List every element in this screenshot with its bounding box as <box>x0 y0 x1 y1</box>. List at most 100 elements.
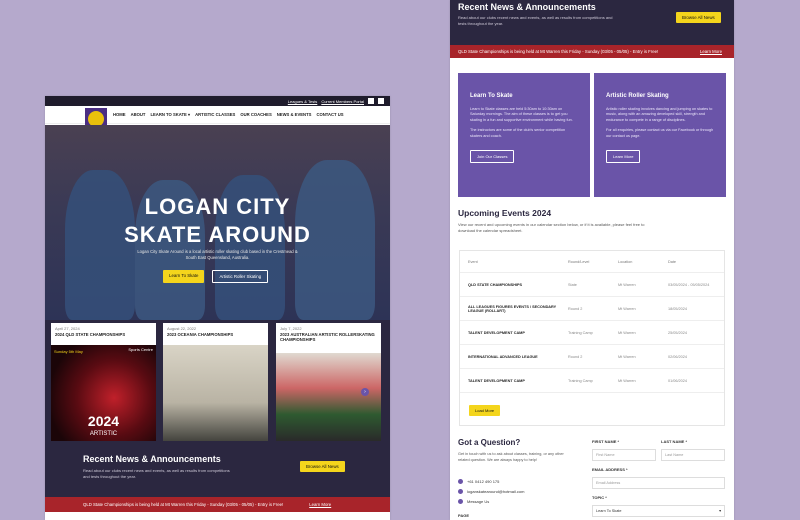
hero-banner: LOGAN CITY SKATE AROUND Logan City Skate … <box>45 125 390 320</box>
col-location: Location <box>618 259 633 264</box>
announcement-bar: QLD State Championships is being held at… <box>45 497 390 512</box>
homepage-preview: Leagues & Tests Current Members Portal H… <box>45 96 390 520</box>
row-event: TALENT DEVELOPMENT CAMP <box>468 378 525 383</box>
leagues-link[interactable]: Leagues & Tests <box>288 99 318 104</box>
email-row[interactable]: loganskatearound@hotmail.com <box>458 489 524 494</box>
news-card[interactable]: July 7, 2022 2023 AUSTRALIAN ARTISTIC RO… <box>276 323 381 441</box>
last-name-label: LAST NAME * <box>661 439 687 444</box>
card-image <box>276 353 381 441</box>
row-location: Mt Warren <box>618 330 636 335</box>
members-portal-link[interactable]: Current Members Portal <box>321 99 364 104</box>
email-icon[interactable] <box>378 98 384 104</box>
col-date: Date <box>668 259 677 264</box>
card-title: 2023 AUSTRALIAN ARTISTIC ROLLERSKATING C… <box>280 332 375 342</box>
card-image: Sunday 5th May Sports Centre 2024 ARTIST… <box>51 345 156 441</box>
artistic-roller-skating-button[interactable]: Artistic Roller Skating <box>212 270 269 283</box>
mail-icon <box>458 489 463 494</box>
topic-label: TOPIC * <box>592 495 607 500</box>
facebook-icon[interactable] <box>368 98 374 104</box>
row-event: ALL LEAGUES FIGURES EVENTS / SECONDARY L… <box>468 304 557 313</box>
nav-learn-to-skate[interactable]: LEARN TO SKATE ▾ <box>150 112 190 117</box>
row-location: Mt Warren <box>618 282 636 287</box>
topic-value: Learn To Skate <box>596 509 622 513</box>
nav-artistic-classes[interactable]: ARTISTIC CLASSES <box>195 112 235 117</box>
contact-title: Got a Question? <box>458 438 521 447</box>
chat-icon <box>458 499 463 504</box>
news-card[interactable]: April 27, 2024 2024 QLD STATE CHAMPIONSH… <box>51 323 156 441</box>
artistic-skating-card: Artistic Roller Skating Artistic roller … <box>594 73 726 197</box>
card-sub: ARTISTIC <box>89 431 118 437</box>
row-date: 03/05/2024 - 05/05/2024 <box>668 282 710 287</box>
card-year: 2024 <box>87 413 120 429</box>
email-input[interactable]: Email Address <box>592 477 725 489</box>
carousel-next-icon[interactable]: › <box>361 388 369 396</box>
news-card[interactable]: August 22, 2022 2023 OCEANIA CHAMPIONSHI… <box>163 323 268 441</box>
news-title: Recent News & Announcements <box>458 2 596 12</box>
utility-bar: Leagues & Tests Current Members Portal <box>45 96 390 106</box>
join-classes-button[interactable]: Join Our Classes <box>470 150 515 164</box>
news-section: Recent News & Announcements Read about o… <box>450 0 734 45</box>
row-date: 18/05/2024 <box>668 306 688 311</box>
first-name-input[interactable]: First Name <box>592 449 656 461</box>
row-event: INTERNATIONAL ADVANCED LEAGUE <box>468 354 538 359</box>
col-event: Event <box>468 259 478 264</box>
card-corner-text: Sports Centre <box>128 347 153 352</box>
nav-contact-us[interactable]: CONTACT US <box>316 112 343 117</box>
hero-title: LOGAN CITY SKATE AROUND <box>124 194 311 247</box>
row-date: 01/06/2024 <box>668 378 688 383</box>
card-title: 2023 OCEANIA CHAMPIONSHIPS <box>167 332 234 337</box>
promo-text: For all enquiries, please contact us via… <box>606 128 714 138</box>
row-event: QLD STATE CHAMPIONSHIPS <box>468 282 523 287</box>
chevron-down-icon: ▾ <box>719 509 721 513</box>
promo-text: Learn to Skate classes are held 5:30am t… <box>470 107 573 122</box>
events-title: Upcoming Events 2024 <box>458 208 552 218</box>
contact-desc: Get in touch with us to ask about classe… <box>458 452 564 462</box>
message-row[interactable]: Message Us <box>458 499 489 504</box>
learn-to-skate-card: Learn To Skate Learn to Skate classes ar… <box>458 73 590 197</box>
card-image <box>163 345 268 441</box>
events-desc: View our recent and upcoming events in o… <box>458 222 645 233</box>
learn-more-button[interactable]: Learn More <box>606 150 641 164</box>
table-row: TALENT DEVELOPMENT CAMP Training Camp Mt W… <box>460 369 724 393</box>
learn-more-link[interactable]: Learn More <box>309 502 331 507</box>
browse-news-button[interactable]: Browse All News <box>676 12 721 23</box>
nav-our-coaches[interactable]: OUR COACHES <box>240 112 271 117</box>
nav-home[interactable]: HOME <box>113 112 126 117</box>
promo-title: Artistic Roller Skating <box>606 93 669 99</box>
page-preview-scrolled: Recent News & Announcements Read about o… <box>450 0 734 520</box>
email-text: loganskatearound@hotmail.com <box>467 489 525 494</box>
phone-row[interactable]: +61 0412 490 175 <box>458 479 499 484</box>
row-round: Training Camp <box>568 378 593 383</box>
phone-text: +61 0412 490 175 <box>467 479 500 484</box>
table-row: QLD STATE CHAMPIONSHIPS State Mt Warren 03/… <box>460 273 724 297</box>
promo-title: Learn To Skate <box>470 93 513 99</box>
col-round: Round/Level <box>568 259 590 264</box>
row-event: TALENT DEVELOPMENT CAMP <box>468 330 525 335</box>
row-date: 25/05/2024 <box>668 330 688 335</box>
news-title: Recent News & Announcements <box>83 454 221 464</box>
row-location: Mt Warren <box>618 354 636 359</box>
card-date: April 27, 2024 <box>55 326 80 331</box>
main-nav: HOME ABOUT LEARN TO SKATE ▾ ARTISTIC CLA… <box>45 106 390 130</box>
learn-more-link[interactable]: Learn More <box>700 49 722 54</box>
news-desc: Read about our clubs recent news and eve… <box>458 15 613 26</box>
topic-select[interactable]: Learn To Skate ▾ <box>592 505 725 517</box>
last-name-input[interactable]: Last Name <box>661 449 725 461</box>
announcement-bar: QLD State Championships is being held at… <box>450 45 734 58</box>
row-round: Round 2 <box>568 354 583 359</box>
table-row: ALL LEAGUES FIGURES EVENTS / SECONDARY L… <box>460 297 724 321</box>
table-row: INTERNATIONAL ADVANCED LEAGUE Round 2 Mt W… <box>460 345 724 369</box>
card-title: 2024 QLD STATE CHAMPIONSHIPS <box>55 332 126 337</box>
learn-to-skate-button[interactable]: Learn To Skate <box>163 270 205 283</box>
nav-news-events[interactable]: NEWS & EVENTS <box>277 112 312 117</box>
promo-text: The instructors are some of the club's s… <box>470 128 566 138</box>
announcement-text: QLD State Championships is being held at… <box>458 49 659 54</box>
row-date: 02/06/2024 <box>668 354 688 359</box>
events-table: Event Round/Level Location Date QLD STAT… <box>459 250 725 426</box>
first-name-label: FIRST NAME * <box>592 439 620 444</box>
browse-news-button[interactable]: Browse All News <box>300 461 345 472</box>
card-date: July 7, 2022 <box>280 326 302 331</box>
load-more-button[interactable]: Load More <box>469 405 501 416</box>
hero-subtitle: Logan City Skate Around is a local artis… <box>137 249 298 260</box>
nav-about[interactable]: ABOUT <box>131 112 146 117</box>
